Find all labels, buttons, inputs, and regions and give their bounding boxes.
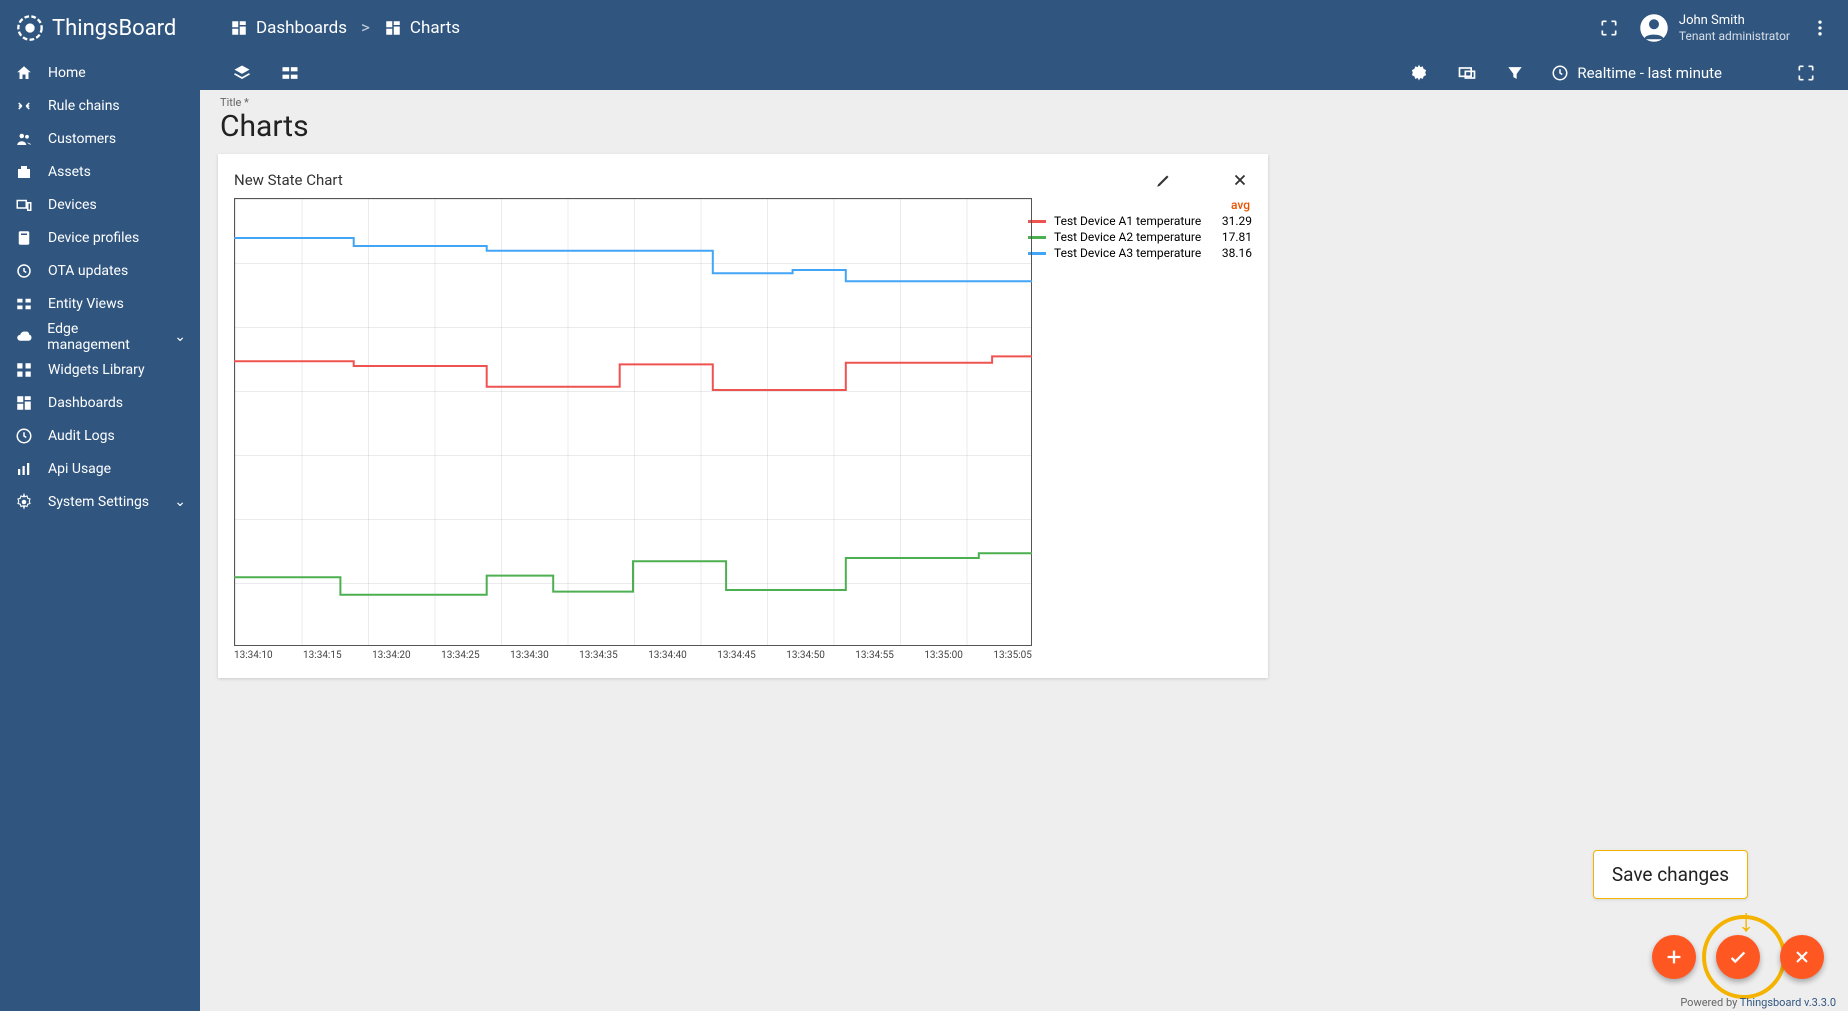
sidebar-item-ota-updates[interactable]: OTA updates — [0, 254, 200, 287]
x-tick: 13:34:20 — [372, 650, 411, 661]
api-usage-icon — [14, 459, 34, 479]
footer-link[interactable]: Thingsboard v.3.3.0 — [1740, 996, 1836, 1009]
sidebar-item-widgets-library[interactable]: Widgets Library — [0, 353, 200, 386]
user-menu[interactable]: John Smith Tenant administrator — [1639, 13, 1790, 43]
dashboard-icon — [384, 19, 402, 37]
chevron-down-icon: ⌄ — [174, 494, 186, 510]
legend-row[interactable]: Test Device A3 temperature 38.16 — [1028, 246, 1252, 260]
expand-icon[interactable] — [1794, 61, 1818, 85]
sidebar-item-audit-logs[interactable]: Audit Logs — [0, 419, 200, 452]
x-tick: 13:34:40 — [648, 650, 687, 661]
dashboard-icon — [230, 19, 248, 37]
fullscreen-icon[interactable] — [1597, 16, 1621, 40]
sidebar-item-customers[interactable]: Customers — [0, 122, 200, 155]
x-tick: 13:34:25 — [441, 650, 480, 661]
breadcrumb-separator: > — [361, 18, 370, 38]
clock-icon — [1551, 64, 1569, 82]
legend-label: Test Device A3 temperature — [1054, 246, 1204, 260]
save-button[interactable] — [1716, 935, 1760, 979]
legend-row[interactable]: Test Device A1 temperature 31.29 — [1028, 214, 1252, 228]
x-tick: 13:34:50 — [786, 650, 825, 661]
x-tick: 13:35:00 — [924, 650, 963, 661]
sidebar-item-edge-management[interactable]: Edge management⌄ — [0, 320, 200, 353]
legend-value: 17.81 — [1212, 230, 1252, 244]
avatar-icon — [1639, 13, 1669, 43]
entity-views-icon — [14, 294, 34, 314]
rule-chains-icon — [14, 96, 34, 116]
sidebar-item-devices[interactable]: Devices — [0, 188, 200, 221]
sidebar-item-rule-chains[interactable]: Rule chains — [0, 89, 200, 122]
topbar: ThingsBoard Dashboards > Charts John Smi… — [0, 0, 1848, 56]
page-title[interactable]: Charts — [220, 109, 1828, 144]
brand-name: ThingsBoard — [52, 16, 176, 41]
more-icon[interactable] — [1808, 16, 1832, 40]
sidebar-item-api-usage[interactable]: Api Usage — [0, 452, 200, 485]
sidebar: Home Rule chains Customers Assets Device… — [0, 56, 200, 1011]
x-axis-ticks: 13:34:10 13:34:15 13:34:20 13:34:25 13:34:30… — [234, 650, 1032, 661]
x-tick: 13:34:45 — [717, 650, 756, 661]
customers-icon — [14, 129, 34, 149]
layers-icon[interactable] — [230, 61, 254, 85]
sidebar-item-home[interactable]: Home — [0, 56, 200, 89]
plot-lines — [234, 198, 1032, 646]
title-hint: Title * — [220, 96, 1828, 109]
user-role: Tenant administrator — [1679, 29, 1790, 43]
sidebar-item-system-settings[interactable]: System Settings⌄ — [0, 485, 200, 518]
assets-icon — [14, 162, 34, 182]
dashboards-icon — [14, 393, 34, 413]
chevron-down-icon: ⌄ — [174, 329, 186, 345]
home-icon — [14, 63, 34, 83]
widget-title: New State Chart — [234, 171, 343, 189]
filter-icon[interactable] — [1503, 61, 1527, 85]
devices-icon — [14, 195, 34, 215]
x-tick: 13:34:55 — [855, 650, 894, 661]
legend-label: Test Device A2 temperature — [1054, 230, 1204, 244]
x-tick: 13:34:30 — [510, 650, 549, 661]
timewindow-button[interactable]: Realtime - last minute — [1551, 64, 1722, 82]
dashboard-toolbar: Realtime - last minute — [200, 56, 1848, 90]
edge-icon — [14, 327, 33, 347]
breadcrumb-root[interactable]: Dashboards — [230, 18, 347, 38]
settings-icon — [14, 492, 34, 512]
brand-icon — [16, 14, 44, 42]
title-area: Title * Charts — [200, 90, 1848, 154]
ota-icon — [14, 261, 34, 281]
chart-legend: avg Test Device A1 temperature 31.29 Tes… — [1028, 198, 1252, 668]
arrow-down-icon: ↓ — [1738, 901, 1754, 939]
footer-note: Powered by Thingsboard v.3.3.0 — [1680, 996, 1836, 1009]
user-name: John Smith — [1679, 13, 1790, 29]
export-icon[interactable] — [1746, 61, 1770, 85]
brand-logo[interactable]: ThingsBoard — [16, 14, 200, 42]
save-tooltip: Save changes — [1593, 850, 1748, 899]
widgets-icon — [14, 360, 34, 380]
content: Realtime - last minute Title * Charts Ne… — [200, 56, 1848, 1011]
x-tick: 13:34:10 — [234, 650, 273, 661]
add-button[interactable] — [1652, 935, 1696, 979]
gear-icon[interactable] — [1407, 61, 1431, 85]
legend-label: Test Device A1 temperature — [1054, 214, 1204, 228]
sidebar-item-dashboards[interactable]: Dashboards — [0, 386, 200, 419]
audit-icon — [14, 426, 34, 446]
download-icon[interactable] — [1190, 168, 1214, 192]
breadcrumb: Dashboards > Charts — [230, 18, 460, 38]
grid-icon[interactable] — [278, 61, 302, 85]
sidebar-item-device-profiles[interactable]: Device profiles — [0, 221, 200, 254]
legend-header: avg — [1028, 198, 1252, 212]
edit-icon[interactable] — [1152, 168, 1176, 192]
x-tick: 13:35:05 — [993, 650, 1032, 661]
close-icon[interactable] — [1228, 168, 1252, 192]
legend-row[interactable]: Test Device A2 temperature 17.81 — [1028, 230, 1252, 244]
cancel-button[interactable] — [1780, 935, 1824, 979]
sidebar-item-assets[interactable]: Assets — [0, 155, 200, 188]
x-tick: 13:34:35 — [579, 650, 618, 661]
chart-widget[interactable]: New State Chart 13:34:10 13:34:15 13:34:20… — [218, 154, 1268, 678]
chart-plot[interactable]: 13:34:10 13:34:15 13:34:20 13:34:25 13:34:30… — [234, 198, 1004, 668]
entity-alias-icon[interactable] — [1455, 61, 1479, 85]
legend-value: 38.16 — [1212, 246, 1252, 260]
device-profiles-icon — [14, 228, 34, 248]
legend-value: 31.29 — [1212, 214, 1252, 228]
x-tick: 13:34:15 — [303, 650, 342, 661]
breadcrumb-current[interactable]: Charts — [384, 18, 460, 38]
sidebar-item-entity-views[interactable]: Entity Views — [0, 287, 200, 320]
